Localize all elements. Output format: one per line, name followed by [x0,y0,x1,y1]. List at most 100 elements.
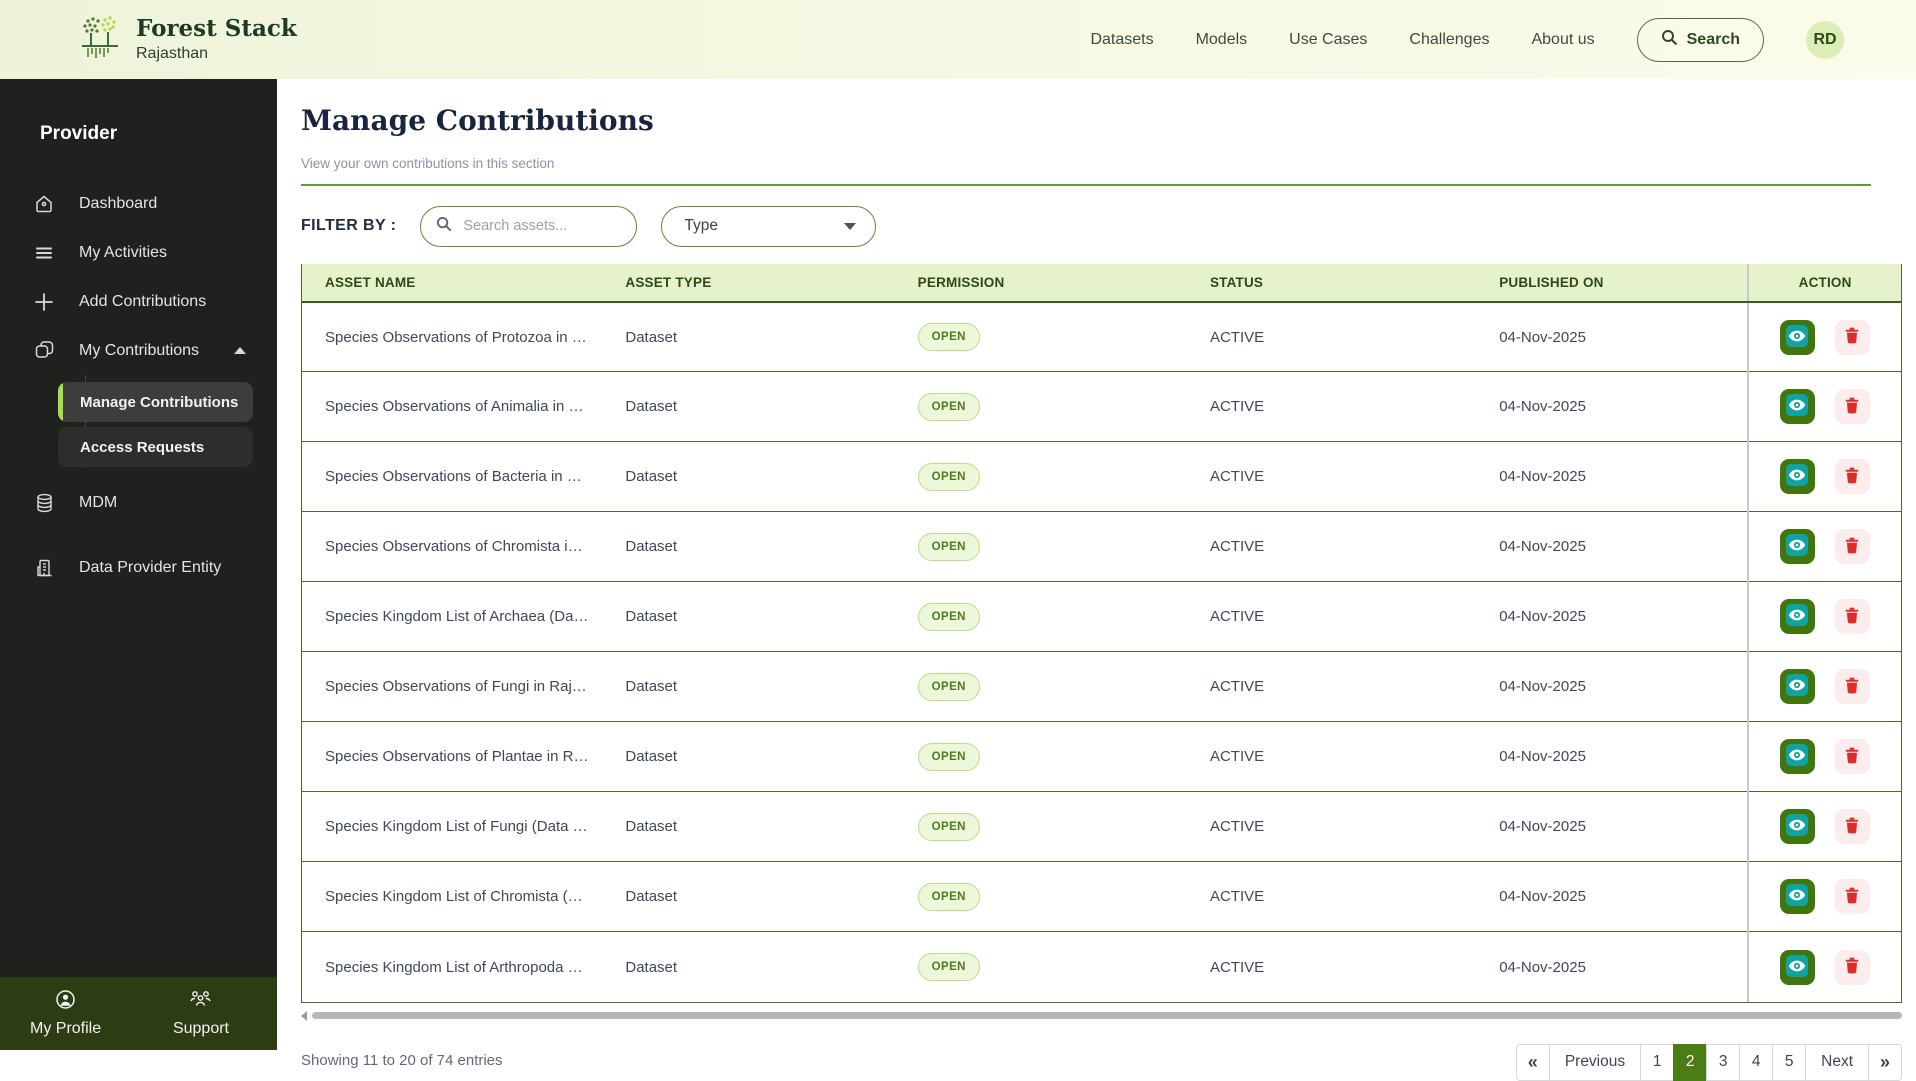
nav-models[interactable]: Models [1196,31,1248,49]
pagination-next-button[interactable]: Next [1805,1043,1869,1081]
view-button[interactable] [1779,389,1815,425]
cell-published-on: 04-Nov-2025 [1476,511,1749,583]
sidebar-item-my-activities[interactable]: My Activities [0,228,277,277]
building-icon [33,558,55,578]
view-button[interactable] [1779,669,1815,705]
menu-icon [33,243,55,263]
sidebar-subitem-label: Access Requests [80,438,205,456]
cell-published-on: 04-Nov-2025 [1476,931,1749,1002]
cell-asset-name: Species Observations of Animalia in … [302,371,603,443]
brand-logo[interactable]: Forest Stack Rajasthan [76,13,297,66]
delete-button[interactable] [1834,389,1870,425]
avatar[interactable]: RD [1806,20,1844,59]
pagination-page-5[interactable]: 5 [1772,1043,1807,1081]
trash-icon [1843,326,1861,348]
type-dropdown[interactable]: Type [661,205,877,247]
search-assets-input[interactable] [461,217,622,236]
cell-action [1747,651,1901,723]
cell-published-on: 04-Nov-2025 [1476,861,1749,933]
eye-icon [1786,464,1809,489]
cell-permission: OPEN [894,581,1187,653]
trash-icon [1843,606,1861,628]
eye-icon [1786,884,1809,909]
delete-button[interactable] [1834,459,1870,495]
sidebar-subitem-access-requests[interactable]: Access Requests [58,427,253,467]
cell-action [1747,441,1901,513]
sidebar-item-my-contributions[interactable]: My Contributions [0,326,277,375]
cell-permission: OPEN [894,721,1187,793]
nav-use-cases[interactable]: Use Cases [1289,31,1367,49]
delete-button[interactable] [1834,739,1870,775]
table-row: Species Kingdom List of Archaea (Da… Data… [302,581,1901,653]
permission-badge: OPEN [917,323,980,351]
cell-published-on: 04-Nov-2025 [1476,651,1749,723]
sidebar-item-add-contributions[interactable]: Add Contributions [0,277,277,326]
filter-bar: FILTER BY : Type [301,205,1902,247]
cell-asset-name: Species Observations of Protozoa in … [302,301,603,373]
view-button[interactable] [1779,599,1815,635]
scroll-left-arrow-icon[interactable] [301,1010,307,1021]
delete-button[interactable] [1834,879,1870,915]
cell-action [1747,511,1901,583]
view-button[interactable] [1779,739,1815,775]
cell-action [1747,861,1901,933]
pagination-page-3[interactable]: 3 [1706,1043,1741,1081]
search-button-label: Search [1686,30,1740,48]
nav-datasets[interactable]: Datasets [1090,31,1153,49]
nav-about-us[interactable]: About us [1531,31,1594,49]
horizontal-scrollbar[interactable] [301,1010,1902,1021]
cell-status: ACTIVE [1186,441,1477,513]
sidebar-item-label: Data Provider Entity [79,558,222,576]
pagination-page-1[interactable]: 1 [1640,1043,1675,1081]
scrollbar-thumb[interactable] [312,1012,1902,1020]
my-profile-button[interactable]: My Profile [30,989,101,1038]
sidebar-item-data-provider-entity[interactable]: Data Provider Entity [0,543,277,592]
cell-action [1747,301,1901,373]
view-button[interactable] [1779,879,1815,915]
pagination-first-button[interactable]: « [1515,1043,1550,1081]
cell-asset-name: Species Observations of Bacteria in … [302,441,603,513]
cell-action [1747,721,1901,793]
cell-asset-name: Species Kingdom List of Archaea (Da… [302,581,603,653]
column-header-asset-name: ASSET NAME [302,263,603,303]
asset-search-field[interactable] [420,205,638,247]
pagination-last-button[interactable]: » [1868,1043,1902,1081]
view-button[interactable] [1779,809,1815,845]
chevron-down-icon [844,222,857,230]
search-button[interactable]: Search [1636,17,1764,62]
delete-button[interactable] [1834,319,1870,355]
page-title: Manage Contributions [301,104,654,137]
forest-tree-icon [76,13,122,66]
sidebar-subitem-manage-contributions[interactable]: Manage Contributions [58,382,253,422]
delete-button[interactable] [1834,809,1870,845]
cell-asset-type: Dataset [602,651,895,723]
view-button[interactable] [1779,949,1815,985]
view-button[interactable] [1779,459,1815,495]
view-button[interactable] [1779,529,1815,565]
view-button[interactable] [1779,319,1815,355]
nav-challenges[interactable]: Challenges [1409,31,1489,49]
pagination-page-2[interactable]: 2 [1673,1043,1708,1081]
filter-by-label: FILTER BY : [301,217,397,235]
sidebar-item-dashboard[interactable]: Dashboard [0,179,277,228]
cell-asset-name: Species Kingdom List of Fungi (Data … [302,791,603,863]
type-dropdown-label: Type [684,217,718,235]
top-header: Forest Stack Rajasthan Datasets Models U… [0,0,1916,79]
page-subtitle: View your own contributions in this sect… [301,155,555,171]
delete-button[interactable] [1834,599,1870,635]
pagination-previous-button[interactable]: Previous [1548,1043,1642,1081]
cell-published-on: 04-Nov-2025 [1476,371,1749,443]
support-button[interactable]: Support [173,989,229,1038]
top-navigation: Datasets Models Use Cases Challenges Abo… [1090,17,1844,62]
delete-button[interactable] [1834,669,1870,705]
sidebar-item-mdm[interactable]: MDM [0,478,277,527]
table-row: Species Observations of Chromista i… Data… [302,511,1901,583]
delete-button[interactable] [1834,949,1870,985]
cell-asset-name: Species Kingdom List of Arthropoda … [302,931,603,1002]
cell-asset-name: Species Kingdom List of Chromista (… [302,861,603,933]
delete-button[interactable] [1834,529,1870,565]
pagination-page-4[interactable]: 4 [1739,1043,1774,1081]
plus-icon [33,292,55,312]
sidebar-item-label: My Contributions [79,341,200,359]
